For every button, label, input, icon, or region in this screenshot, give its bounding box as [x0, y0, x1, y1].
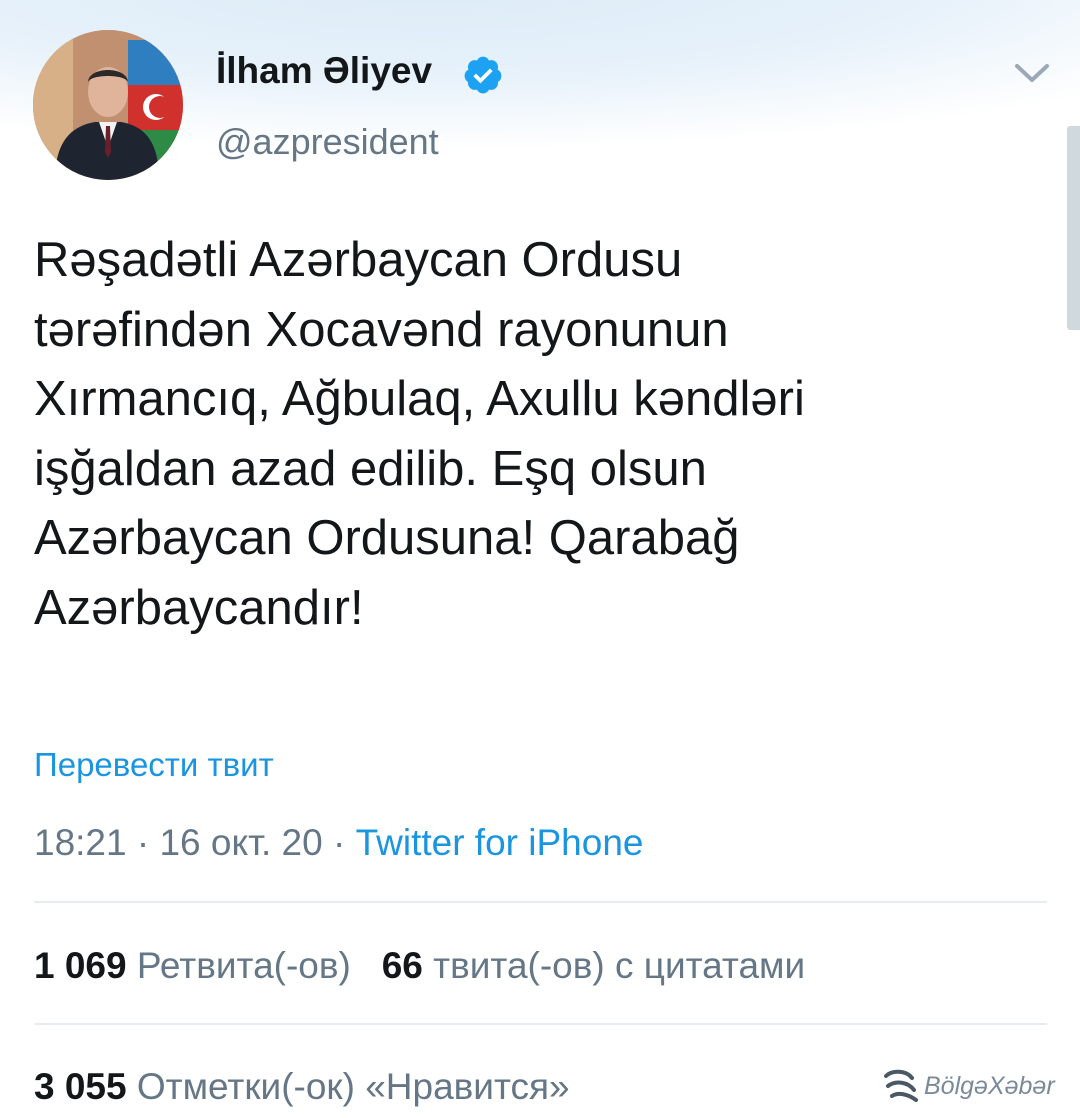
retweets-count: 1 069 [34, 945, 127, 986]
quotes-stat[interactable]: 66 твита(-ов) с цитатами [382, 945, 805, 986]
likes-stat[interactable]: 3 055 Отметки(-ок) «Нравится» [34, 1066, 570, 1108]
divider [34, 901, 1047, 903]
likes-label: Отметки(-ок) «Нравится» [136, 1066, 570, 1107]
tweet-source-link[interactable]: Twitter for iPhone [356, 822, 644, 863]
verified-badge-icon [464, 56, 502, 94]
watermark-text: BölgəXəbər [924, 1071, 1055, 1100]
retweet-stats: 1 069 Ретвита(-ов) 66 твита(-ов) с цитат… [34, 945, 805, 987]
tweet-text-line: Azərbaycandır! [34, 580, 364, 635]
tweet-time[interactable]: 18:21 [34, 822, 127, 863]
tweet-text: Rəşadətli Azərbaycan Ordusu tərəfindən X… [34, 226, 1054, 643]
tweet-text-line: işğaldan azad edilib. Eşq olsun [34, 441, 707, 496]
retweets-label: Ретвита(-ов) [136, 945, 351, 986]
meta-separator: · [126, 822, 160, 863]
tweet-meta: 18:21 · 16 окт. 20 · Twitter for iPhone [34, 822, 643, 864]
avatar[interactable] [33, 30, 183, 180]
scrollbar[interactable] [1067, 126, 1080, 330]
meta-separator: · [322, 822, 356, 863]
tweet-date[interactable]: 16 окт. 20 [159, 822, 322, 863]
tweet-text-line: Xırmancıq, Ağbulaq, Axullu kəndləri [34, 372, 805, 426]
tweet-text-line: Rəşadətli Azərbaycan Ordusu [34, 233, 683, 287]
watermark-logo-icon [884, 1069, 918, 1102]
tweet-text-line: tərəfindən Xocavənd rayonunun [34, 302, 729, 357]
author-display-name[interactable]: İlham Əliyev [216, 50, 432, 92]
retweets-stat[interactable]: 1 069 Ретвита(-ов) [34, 945, 351, 986]
chevron-down-icon[interactable] [1013, 58, 1051, 88]
tweet-text-line: Azərbaycan Ordusuna! Qarabağ [34, 511, 740, 565]
quotes-count: 66 [381, 945, 423, 986]
author-handle[interactable]: @azpresident [216, 121, 439, 163]
likes-count: 3 055 [34, 1066, 127, 1107]
divider [34, 1023, 1047, 1025]
translate-tweet-link[interactable]: Перевести твит [34, 746, 274, 784]
quotes-label: твита(-ов) с цитатами [433, 945, 806, 986]
watermark: BölgəXəbər [882, 1066, 1055, 1106]
